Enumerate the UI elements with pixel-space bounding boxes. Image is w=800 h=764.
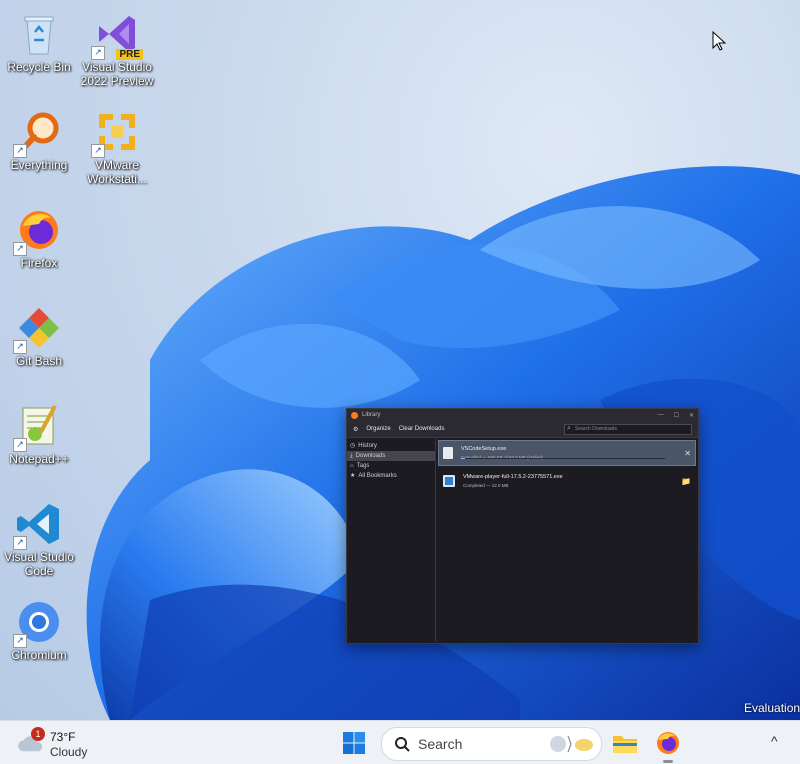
clear-downloads-button[interactable]: Clear Downloads xyxy=(399,426,445,432)
clock-icon: ◷ xyxy=(350,443,356,449)
desktop-icon-recycle-bin[interactable]: Recycle Bin xyxy=(0,4,78,74)
vscode-icon: ↗ xyxy=(13,500,63,550)
shortcut-arrow-icon: ↗ xyxy=(91,144,105,158)
weather-condition: Cloudy xyxy=(50,745,88,759)
library-window[interactable]: Library — ☐ ✕ ⚙ Organize Clear Downloads… xyxy=(346,408,699,644)
firefox-icon: ↗ xyxy=(13,206,63,256)
file-explorer-icon[interactable] xyxy=(611,729,639,757)
desktop-icon-visual-studio-preview[interactable]: PRE ↗ Visual Studio 2022 Preview xyxy=(78,4,156,88)
shortcut-arrow-icon: ↗ xyxy=(13,634,27,648)
desktop-icon-vscode[interactable]: ↗ Visual Studio Code xyxy=(0,494,78,578)
download-row[interactable]: VSCodeSetup.exe Cancelled — 566 KB of 93… xyxy=(438,440,696,466)
shortcut-arrow-icon: ↗ xyxy=(13,242,27,256)
close-button[interactable]: ✕ xyxy=(689,412,694,419)
installer-icon xyxy=(443,475,455,487)
sidebar-item-tags[interactable]: ⌂ Tags xyxy=(347,461,435,471)
library-toolbar: ⚙ Organize Clear Downloads Search Downlo… xyxy=(347,421,698,438)
download-name: VMware-player-full-17.5.2-23775571.exe xyxy=(463,474,563,480)
weather-temperature: 73°F xyxy=(50,730,76,744)
file-icon xyxy=(443,447,453,459)
gear-icon: ⚙ xyxy=(353,426,359,433)
visual-studio-preview-icon: PRE ↗ xyxy=(91,10,143,60)
shortcut-arrow-icon: ↗ xyxy=(91,46,105,60)
download-status: Completed — 12.0 MB xyxy=(463,483,509,488)
desktop-icon-chromium[interactable]: ↗ Chromium xyxy=(0,592,78,662)
maximize-button[interactable]: ☐ xyxy=(674,412,679,419)
download-progress-bar xyxy=(461,458,665,459)
cancel-download-button[interactable]: ✕ xyxy=(684,449,691,458)
search-downloads-input[interactable]: Search Downloads xyxy=(564,423,692,435)
download-row[interactable]: VMware-player-full-17.5.2-23775571.exe C… xyxy=(438,468,696,494)
tag-icon: ⌂ xyxy=(350,463,354,469)
notepadpp-icon: ↗ xyxy=(13,402,63,452)
taskbar-search-box[interactable]: Search xyxy=(381,727,602,761)
sidebar-item-history[interactable]: ◷ History xyxy=(347,441,435,451)
shortcut-arrow-icon: ↗ xyxy=(13,144,27,158)
evaluation-watermark: Evaluation xyxy=(744,701,800,715)
organize-button[interactable]: Organize xyxy=(366,426,390,432)
library-sidebar: ◷ History ⤓ Downloads ⌂ Tags ★ All Bookmarks xyxy=(347,438,436,642)
firefox-taskbar-icon[interactable] xyxy=(654,729,682,757)
library-titlebar[interactable]: Library — ☐ ✕ xyxy=(347,409,698,421)
mouse-cursor-icon xyxy=(712,31,726,51)
star-icon: ★ xyxy=(350,473,356,479)
desktop-icon-firefox[interactable]: ↗ Firefox xyxy=(0,200,78,270)
desktop-icon-vmware[interactable]: ↗ VMware Workstati... xyxy=(78,102,156,186)
minimize-button[interactable]: — xyxy=(658,412,664,419)
desktop-icon-notepadpp[interactable]: ↗ Notepad++ xyxy=(0,396,78,466)
library-title: Library xyxy=(362,412,381,418)
desktop-icon-git-bash[interactable]: ↗ Git Bash xyxy=(0,298,78,368)
notification-badge: 1 xyxy=(31,727,45,741)
desktop: Recycle Bin PRE ↗ Visual Studio 2022 Pre… xyxy=(0,0,800,720)
sidebar-item-downloads[interactable]: ⤓ Downloads xyxy=(347,451,435,461)
shortcut-arrow-icon: ↗ xyxy=(13,438,27,452)
downloads-list: VSCodeSetup.exe Cancelled — 566 KB of 93… xyxy=(436,438,698,642)
preview-badge: PRE xyxy=(116,49,143,60)
download-name: VSCodeSetup.exe xyxy=(461,446,507,452)
windows-start-icon[interactable] xyxy=(342,731,366,755)
shortcut-arrow-icon: ↗ xyxy=(13,536,27,550)
tray-chevron-icon[interactable]: ^ xyxy=(771,733,778,749)
shortcut-arrow-icon: ↗ xyxy=(13,340,27,354)
search-highlight-icon xyxy=(550,735,593,753)
everything-search-icon: ↗ xyxy=(13,108,63,158)
weather-widget[interactable]: 1 73°F Cloudy xyxy=(16,727,106,759)
taskbar: 1 73°F Cloudy Search ^ xyxy=(0,720,800,764)
git-bash-icon: ↗ xyxy=(13,304,63,354)
download-icon: ⤓ xyxy=(350,453,353,459)
vmware-icon: ↗ xyxy=(91,108,141,158)
recycle-bin-icon xyxy=(15,10,63,58)
open-folder-button[interactable]: 📁 xyxy=(681,477,691,486)
search-label: Search xyxy=(418,736,463,752)
firefox-small-icon xyxy=(351,411,358,419)
sidebar-item-all-bookmarks[interactable]: ★ All Bookmarks xyxy=(347,471,435,481)
chromium-icon: ↗ xyxy=(13,598,63,648)
search-icon xyxy=(395,737,410,752)
desktop-icon-everything[interactable]: ↗ Everything xyxy=(0,102,78,172)
